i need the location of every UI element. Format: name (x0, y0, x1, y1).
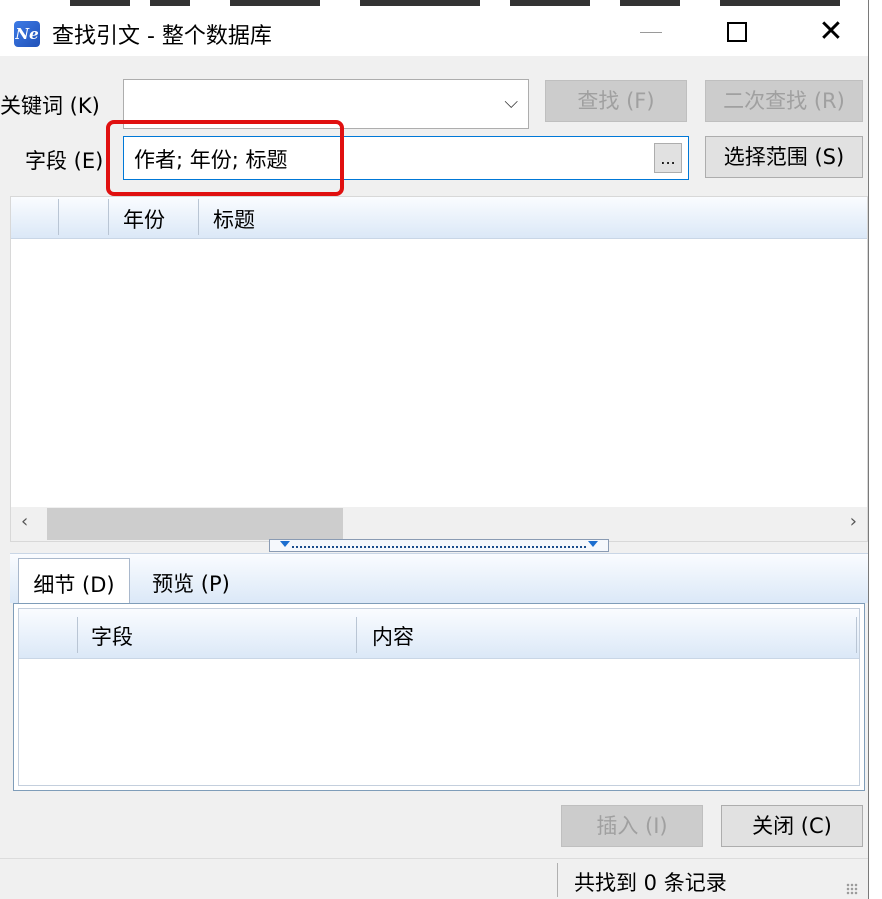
results-list[interactable]: 年份 标题 ‹ › (10, 196, 868, 542)
minimize-icon (640, 31, 662, 33)
detail-tabs: 细节 (D) 预览 (P) (10, 553, 868, 604)
column-separator (356, 617, 357, 653)
app-logo-icon: Ne (14, 21, 40, 47)
field-label: 字段 (E) (25, 149, 104, 173)
maximize-icon (727, 22, 747, 42)
horizontal-scrollbar[interactable]: ‹ › (11, 507, 867, 541)
panel-splitter[interactable] (269, 539, 609, 552)
column-separator (198, 199, 199, 235)
background-document-edge-right (868, 0, 882, 899)
status-bar: 共找到 0 条记录 (0, 858, 868, 899)
insert-button[interactable]: 插入 (I) (561, 805, 703, 847)
results-list-header: 年份 标题 (11, 197, 867, 239)
column-separator (77, 617, 78, 653)
splitter-arrow-icon (588, 541, 598, 547)
scroll-left-icon[interactable]: ‹ (21, 511, 28, 532)
status-separator (557, 863, 558, 897)
maximize-button[interactable] (706, 8, 768, 56)
details-table[interactable]: 字段 内容 (18, 608, 860, 786)
column-separator (856, 617, 857, 653)
tab-details[interactable]: 细节 (D) (18, 558, 130, 604)
select-range-button[interactable]: 选择范围 (S) (705, 136, 863, 178)
close-icon: ✕ (818, 14, 844, 49)
field-browse-button[interactable]: ... (654, 143, 682, 173)
column-separator (108, 199, 109, 235)
details-table-header: 字段 内容 (19, 609, 859, 659)
scroll-right-icon[interactable]: › (850, 511, 857, 532)
resize-grip-icon[interactable] (846, 883, 858, 895)
scrollbar-thumb[interactable] (47, 508, 343, 540)
column-separator (58, 199, 59, 235)
chevron-down-icon[interactable]: ⌵ (504, 92, 518, 113)
find-button[interactable]: 查找 (F) (545, 80, 687, 122)
column-header-content[interactable]: 内容 (372, 621, 414, 651)
close-button[interactable]: 关闭 (C) (721, 805, 863, 847)
minimize-button (620, 8, 682, 56)
column-header-title[interactable]: 标题 (213, 204, 255, 234)
record-count-status: 共找到 0 条记录 (574, 871, 727, 895)
window-title: 查找引文 - 整个数据库 (52, 24, 272, 49)
title-bar: Ne 查找引文 - 整个数据库 ✕ (0, 8, 868, 56)
column-header-field[interactable]: 字段 (91, 621, 133, 651)
tab-preview[interactable]: 预览 (P) (136, 558, 246, 604)
splitter-arrow-icon (280, 541, 290, 547)
close-window-button[interactable]: ✕ (800, 8, 862, 56)
column-header-year[interactable]: 年份 (123, 204, 165, 234)
splitter-dots (292, 541, 586, 548)
highlight-annotation-box (106, 120, 344, 196)
find-reference-dialog: Ne 查找引文 - 整个数据库 ✕ 关键词 (K) ⌵ 查找 (F) 二次查找 … (0, 0, 882, 899)
background-document-edge (0, 0, 882, 8)
details-panel: 字段 内容 (13, 603, 865, 791)
second-find-button[interactable]: 二次查找 (R) (705, 80, 863, 122)
keyword-label: 关键词 (K) (0, 94, 100, 118)
